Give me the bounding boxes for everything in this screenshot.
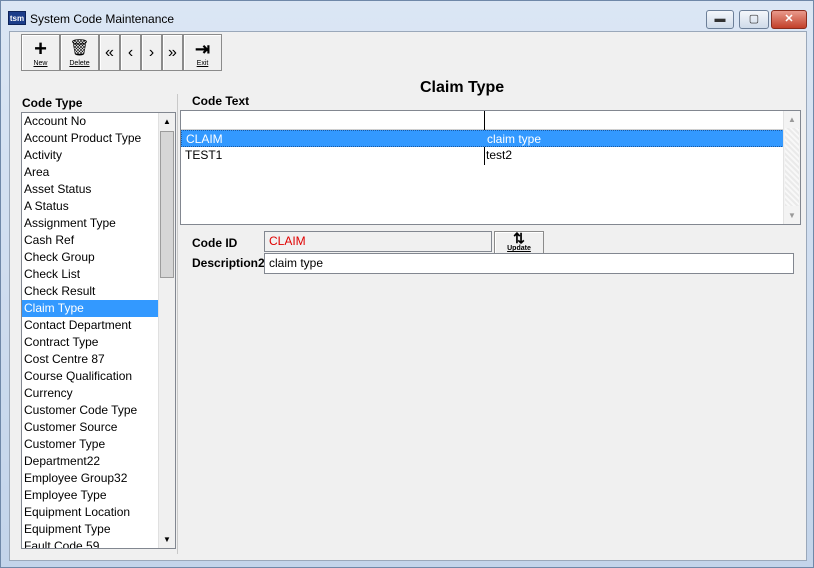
chevron-right-icon: › [148, 43, 155, 61]
update-button[interactable]: ⇅ Update [494, 231, 544, 254]
grid-header [181, 111, 784, 130]
list-item[interactable]: Activity [22, 147, 159, 164]
description-cell: test2 [486, 148, 513, 162]
description-cell: claim type [487, 132, 542, 146]
double-chevron-right-icon: » [168, 43, 177, 61]
first-record-button[interactable]: « [99, 34, 120, 71]
delete-label: Delete [69, 59, 90, 67]
title-bar[interactable]: tsm System Code Maintenance ▬ ▢ ✕ [1, 1, 813, 31]
list-item[interactable]: Claim Type [22, 300, 159, 317]
list-item[interactable]: Equipment Type [22, 521, 159, 538]
code-text-label: Code Text [192, 94, 250, 108]
list-item[interactable]: Asset Status [22, 181, 159, 198]
client-area: + New 🗑 Delete « ‹ › » ⇥ Exit Code Type … [9, 31, 807, 561]
update-label: Update [507, 245, 531, 252]
delete-button[interactable]: 🗑 Delete [60, 34, 99, 71]
list-item[interactable]: Customer Code Type [22, 402, 159, 419]
scroll-track[interactable] [785, 128, 799, 206]
list-item[interactable]: Area [22, 164, 159, 181]
list-item[interactable]: Check Group [22, 249, 159, 266]
scroll-up-icon[interactable]: ▲ [159, 113, 175, 130]
code-text-grid[interactable]: CLAIM claim type TEST1 test2 ▲ ▼ [180, 110, 801, 225]
toolbar: + New 🗑 Delete « ‹ › » ⇥ Exit [21, 34, 222, 72]
last-record-button[interactable]: » [162, 34, 183, 71]
list-item[interactable]: Fault Code 59 [22, 538, 159, 548]
scroll-down-icon[interactable]: ▼ [784, 207, 800, 224]
code-id-field[interactable]: CLAIM [264, 231, 492, 252]
code-cell: TEST1 [185, 148, 223, 162]
list-item[interactable]: Account No [22, 113, 159, 130]
close-button[interactable]: ✕ [771, 10, 807, 29]
plus-icon: + [34, 35, 47, 61]
grid-scrollbar[interactable]: ▲ ▼ [783, 111, 800, 224]
list-item[interactable]: Customer Type [22, 436, 159, 453]
minimize-button[interactable]: ▬ [706, 10, 734, 29]
description-field[interactable]: claim type [264, 253, 794, 274]
list-item[interactable]: Currency [22, 385, 159, 402]
code-type-label: Code Type [22, 96, 83, 110]
exit-label: Exit [196, 59, 209, 67]
list-item[interactable]: Department22 [22, 453, 159, 470]
double-chevron-left-icon: « [105, 43, 114, 61]
list-item[interactable]: Course Qualification [22, 368, 159, 385]
previous-record-button[interactable]: ‹ [120, 34, 141, 71]
list-item[interactable]: Cost Centre 87 [22, 351, 159, 368]
list-item[interactable]: Cash Ref [22, 232, 159, 249]
main-window: tsm System Code Maintenance ▬ ▢ ✕ + New … [0, 0, 814, 568]
exit-button[interactable]: ⇥ Exit [183, 34, 222, 71]
maximize-button[interactable]: ▢ [739, 10, 769, 29]
code-type-items: Account No Account Product Type Activity Ar… [22, 113, 159, 548]
exit-icon: ⇥ [194, 38, 211, 59]
code-cell: CLAIM [186, 132, 223, 146]
trash-icon: 🗑 [69, 39, 90, 57]
app-icon: tsm [8, 11, 26, 25]
code-type-scrollbar[interactable]: ▲ ▼ [158, 113, 175, 548]
next-record-button[interactable]: › [141, 34, 162, 71]
window-title: System Code Maintenance [30, 12, 175, 26]
code-type-list[interactable]: Account No Account Product Type Activity Ar… [21, 112, 176, 549]
scroll-up-icon[interactable]: ▲ [784, 111, 800, 128]
new-label: New [33, 59, 48, 67]
new-button[interactable]: + New [21, 34, 60, 71]
description-label: Description2 [192, 256, 265, 270]
list-item[interactable]: Assignment Type [22, 215, 159, 232]
chevron-left-icon: ‹ [127, 43, 134, 61]
list-item[interactable]: Contract Type [22, 334, 159, 351]
list-item[interactable]: Check List [22, 266, 159, 283]
list-item[interactable]: Contact Department [22, 317, 159, 334]
page-title: Claim Type [420, 79, 505, 96]
table-row[interactable]: TEST1 test2 [181, 147, 784, 164]
list-item[interactable]: Account Product Type [22, 130, 159, 147]
list-item[interactable]: Equipment Location [22, 504, 159, 521]
scroll-down-icon[interactable]: ▼ [159, 531, 175, 548]
list-item[interactable]: Customer Source [22, 419, 159, 436]
table-row[interactable]: CLAIM claim type [181, 130, 784, 147]
scroll-thumb[interactable] [160, 131, 174, 278]
panel-divider [177, 94, 178, 554]
list-item[interactable]: Employee Group32 [22, 470, 159, 487]
list-item[interactable]: A Status [22, 198, 159, 215]
list-item[interactable]: Employee Type [22, 487, 159, 504]
update-icon: ⇅ [513, 230, 525, 246]
list-item[interactable]: Check Result [22, 283, 159, 300]
code-id-label: Code ID [192, 236, 238, 250]
